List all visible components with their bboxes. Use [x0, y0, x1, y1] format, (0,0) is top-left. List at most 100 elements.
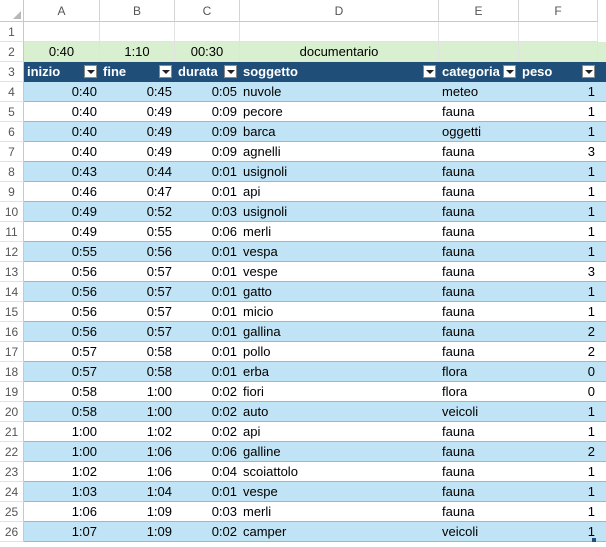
cell-inizio[interactable]: 0:40: [24, 102, 100, 122]
cell-inizio[interactable]: 0:58: [24, 402, 100, 422]
row-header[interactable]: 16: [0, 322, 24, 342]
cell[interactable]: [519, 42, 598, 62]
cell-fine[interactable]: 1:06: [100, 442, 175, 462]
filter-dropdown-icon[interactable]: [503, 65, 516, 78]
cell-inizio[interactable]: 0:56: [24, 282, 100, 302]
cell-durata[interactable]: 0:06: [175, 222, 240, 242]
summary-label-cell[interactable]: documentario: [240, 42, 439, 62]
cell-durata[interactable]: 0:02: [175, 522, 240, 542]
cell-durata[interactable]: 0:01: [175, 162, 240, 182]
column-header-f[interactable]: F: [519, 0, 598, 22]
cell-soggetto[interactable]: auto: [240, 402, 439, 422]
cell-categoria[interactable]: fauna: [439, 442, 519, 462]
cell-categoria[interactable]: flora: [439, 382, 519, 402]
cell-peso[interactable]: 1: [519, 502, 598, 522]
cell-durata[interactable]: 0:09: [175, 142, 240, 162]
row-header[interactable]: 4: [0, 82, 24, 102]
cell-categoria[interactable]: fauna: [439, 322, 519, 342]
cell-inizio[interactable]: 0:49: [24, 202, 100, 222]
cell-categoria[interactable]: fauna: [439, 282, 519, 302]
cell-soggetto[interactable]: vespa: [240, 242, 439, 262]
cell-durata[interactable]: 0:01: [175, 302, 240, 322]
cell-durata[interactable]: 0:03: [175, 202, 240, 222]
cell-inizio[interactable]: 0:40: [24, 82, 100, 102]
cell-categoria[interactable]: fauna: [439, 182, 519, 202]
cell[interactable]: [24, 22, 100, 42]
cell-fine[interactable]: 0:49: [100, 122, 175, 142]
cell-peso[interactable]: 1: [519, 302, 598, 322]
cell-peso[interactable]: 3: [519, 262, 598, 282]
row-header[interactable]: 25: [0, 502, 24, 522]
row-header[interactable]: 8: [0, 162, 24, 182]
cell-soggetto[interactable]: camper: [240, 522, 439, 542]
column-header-d[interactable]: D: [240, 0, 439, 22]
cell-soggetto[interactable]: barca: [240, 122, 439, 142]
row-header[interactable]: 26: [0, 522, 24, 542]
cell-durata[interactable]: 0:01: [175, 282, 240, 302]
cell-soggetto[interactable]: pollo: [240, 342, 439, 362]
cell-fine[interactable]: 1:09: [100, 522, 175, 542]
cell-fine[interactable]: 1:02: [100, 422, 175, 442]
cell-soggetto[interactable]: merli: [240, 222, 439, 242]
filter-dropdown-icon[interactable]: [423, 65, 436, 78]
cell-inizio[interactable]: 0:58: [24, 382, 100, 402]
cell[interactable]: [439, 42, 519, 62]
cell-soggetto[interactable]: fiori: [240, 382, 439, 402]
cell-soggetto[interactable]: gatto: [240, 282, 439, 302]
cell-soggetto[interactable]: scoiattolo: [240, 462, 439, 482]
row-header[interactable]: 11: [0, 222, 24, 242]
cell-peso[interactable]: 1: [519, 162, 598, 182]
cell-inizio[interactable]: 0:40: [24, 142, 100, 162]
row-header[interactable]: 18: [0, 362, 24, 382]
cell-inizio[interactable]: 0:56: [24, 322, 100, 342]
cell-fine[interactable]: 0:45: [100, 82, 175, 102]
cell-categoria[interactable]: fauna: [439, 422, 519, 442]
row-header[interactable]: 20: [0, 402, 24, 422]
row-header[interactable]: 9: [0, 182, 24, 202]
table-resize-handle[interactable]: [592, 538, 596, 542]
cell-fine[interactable]: 0:47: [100, 182, 175, 202]
cell-peso[interactable]: 1: [519, 182, 598, 202]
cell-soggetto[interactable]: agnelli: [240, 142, 439, 162]
cell-durata[interactable]: 0:02: [175, 402, 240, 422]
column-header-e[interactable]: E: [439, 0, 519, 22]
row-header[interactable]: 12: [0, 242, 24, 262]
cell-soggetto[interactable]: galline: [240, 442, 439, 462]
cell-inizio[interactable]: 1:00: [24, 442, 100, 462]
cell-fine[interactable]: 0:58: [100, 342, 175, 362]
cell-fine[interactable]: 0:58: [100, 362, 175, 382]
cell-durata[interactable]: 0:01: [175, 322, 240, 342]
cell-durata[interactable]: 0:01: [175, 242, 240, 262]
row-header[interactable]: 17: [0, 342, 24, 362]
cell-categoria[interactable]: veicoli: [439, 522, 519, 542]
cell-durata[interactable]: 0:01: [175, 342, 240, 362]
row-header[interactable]: 3: [0, 62, 24, 82]
cell-peso[interactable]: 1: [519, 102, 598, 122]
cell-fine[interactable]: 0:57: [100, 262, 175, 282]
cell-soggetto[interactable]: merli: [240, 502, 439, 522]
cell-durata[interactable]: 0:01: [175, 262, 240, 282]
cell-fine[interactable]: 0:52: [100, 202, 175, 222]
cell-durata[interactable]: 0:09: [175, 122, 240, 142]
cell-categoria[interactable]: fauna: [439, 222, 519, 242]
cell-peso[interactable]: 1: [519, 222, 598, 242]
row-header[interactable]: 7: [0, 142, 24, 162]
row-header[interactable]: 22: [0, 442, 24, 462]
summary-duration-cell[interactable]: 00:30: [175, 42, 240, 62]
cell-peso[interactable]: 1: [519, 522, 598, 542]
cell-inizio[interactable]: 0:43: [24, 162, 100, 182]
cell-peso[interactable]: 1: [519, 122, 598, 142]
cell-peso[interactable]: 1: [519, 462, 598, 482]
cell-fine[interactable]: 1:00: [100, 382, 175, 402]
cell-peso[interactable]: 2: [519, 442, 598, 462]
spreadsheet-grid[interactable]: A B C D E F 1 2 3 4 5 6 7 8 9 10 11 12 13 14 15 16 17 18 19 20 21 2…: [0, 0, 606, 547]
cell-categoria[interactable]: fauna: [439, 142, 519, 162]
row-header[interactable]: 19: [0, 382, 24, 402]
cell-inizio[interactable]: 0:56: [24, 302, 100, 322]
cell-durata[interactable]: 0:03: [175, 502, 240, 522]
cell-fine[interactable]: 0:56: [100, 242, 175, 262]
summary-end-cell[interactable]: 1:10: [100, 42, 175, 62]
cell-peso[interactable]: 1: [519, 482, 598, 502]
cell-durata[interactable]: 0:04: [175, 462, 240, 482]
cell-peso[interactable]: 3: [519, 142, 598, 162]
